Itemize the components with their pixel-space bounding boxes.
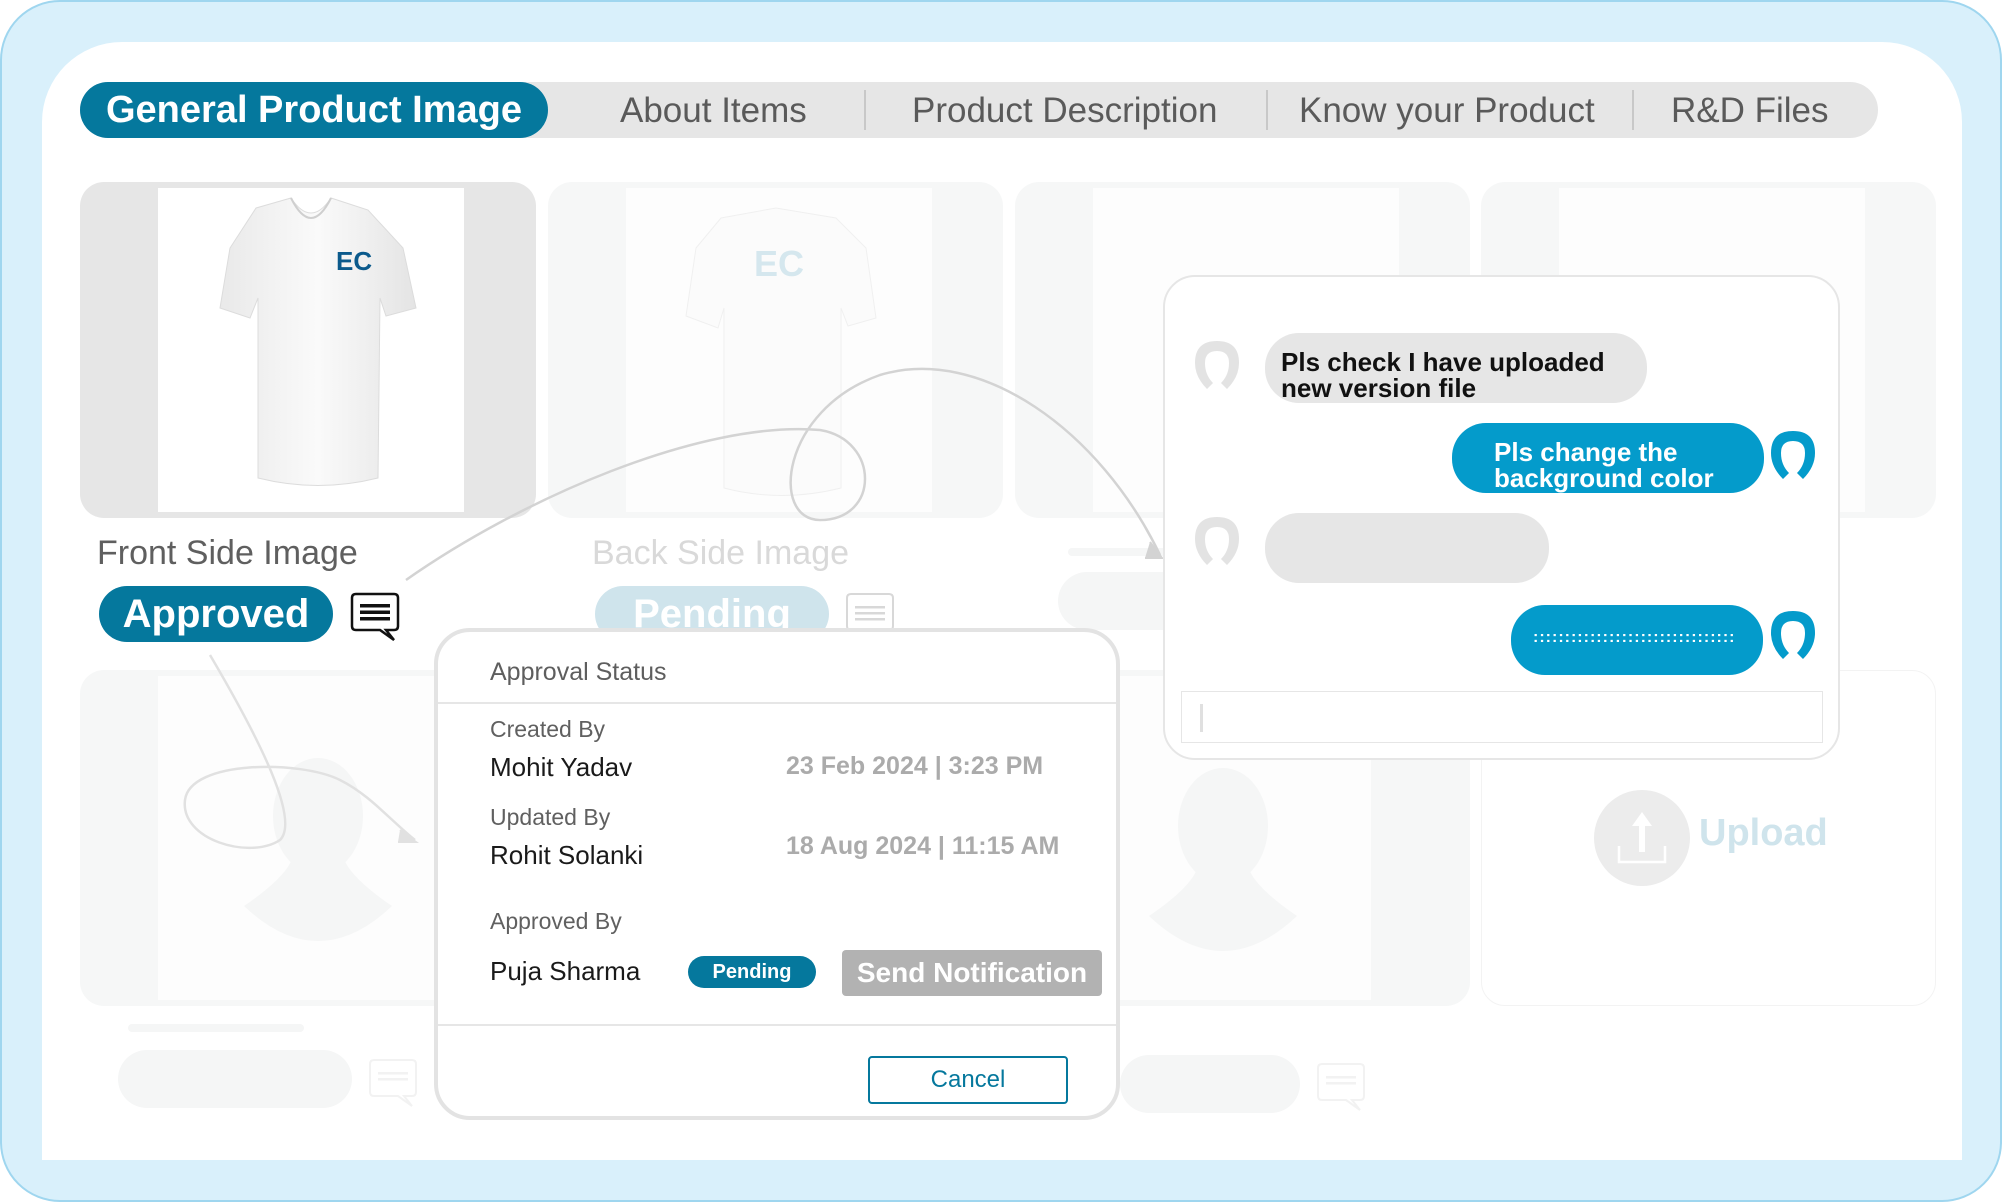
created-by-label: Created By [490,716,606,742]
created-at: 23 Feb 2024 | 3:23 PM [786,752,1044,780]
approved-by-label: Approved By [490,908,622,934]
placeholder-badge [1120,1055,1300,1113]
dialog-title: Approval Status [490,658,667,686]
dialog-divider [438,1024,1116,1026]
text-caret [1200,704,1203,732]
chat-panel: Pls check I have uploaded new version fi… [1163,275,1840,760]
chat-message-line: background color [1494,463,1714,493]
chat-message-out-typing: :::::::::::::::::::::::::::::::: [1511,605,1763,675]
ec-logo: EC [336,246,372,276]
comment-icon-faded[interactable] [368,1058,420,1110]
chat-message-out: Pls change the background color [1452,423,1764,493]
front-image-card[interactable]: EC [80,182,536,518]
approved-by-name: Puja Sharma [490,956,641,986]
tab-bar: General Product Image About Items Produc… [80,82,1878,138]
chat-message-line: Pls change the [1494,437,1678,467]
tab-about-items[interactable]: About Items [620,82,807,138]
tab-rd-files[interactable]: R&D Files [1671,82,1829,138]
avatar-icon [1193,513,1241,571]
chat-message-in: Pls check I have uploaded new version fi… [1265,333,1647,403]
cancel-button[interactable]: Cancel [868,1056,1068,1104]
placeholder-badge [118,1050,352,1108]
back-image-label: Back Side Image [592,534,850,572]
front-image-label: Front Side Image [97,534,358,572]
approval-pending-badge: Pending [688,956,816,988]
ec-logo-faded: EC [754,243,804,284]
tab-know-your-product[interactable]: Know your Product [1299,82,1595,138]
send-notification-button[interactable]: Send Notification [842,950,1102,996]
tab-divider [864,90,866,130]
avatar-icon [1769,427,1817,485]
back-image-card[interactable]: EC [548,182,1003,518]
back-image-frame: EC [626,188,932,512]
tab-divider [1632,90,1634,130]
person-placeholder-icon [244,758,392,941]
dialog-divider [438,702,1116,704]
front-image-frame: EC [158,188,464,512]
approved-badge[interactable]: Approved [99,586,333,642]
tshirt-back-image: EC [685,207,877,496]
chat-message-line: new version file [1281,373,1477,403]
avatar-icon [1193,337,1241,395]
upload-label[interactable]: Upload [1699,812,1828,855]
tab-product-description[interactable]: Product Description [912,82,1217,138]
updated-by-name: Rohit Solanki [490,840,644,870]
avatar-icon [1769,607,1817,665]
upload-icon [1617,812,1667,864]
updated-at: 18 Aug 2024 | 11:15 AM [786,832,1060,860]
upload-button[interactable] [1594,790,1690,886]
tshirt-front-image: EC [219,197,417,486]
chat-message-input[interactable] [1181,691,1823,743]
comment-icon-faded[interactable] [1316,1062,1368,1114]
tab-divider [1266,90,1268,130]
chat-message-line: :::::::::::::::::::::::::::::::: [1533,629,1736,646]
updated-by-label: Updated By [490,804,611,830]
comment-icon[interactable] [350,592,402,644]
tab-general-product-image[interactable]: General Product Image [80,82,548,138]
approval-status-dialog: Approval Status Created By Mohit Yadav 2… [434,628,1120,1120]
chat-message-line: Pls check I have uploaded [1281,347,1605,377]
image-card-5-frame [158,676,464,1000]
chat-message-in-empty [1265,513,1549,583]
created-by-name: Mohit Yadav [490,752,633,782]
placeholder-label [128,1024,304,1032]
